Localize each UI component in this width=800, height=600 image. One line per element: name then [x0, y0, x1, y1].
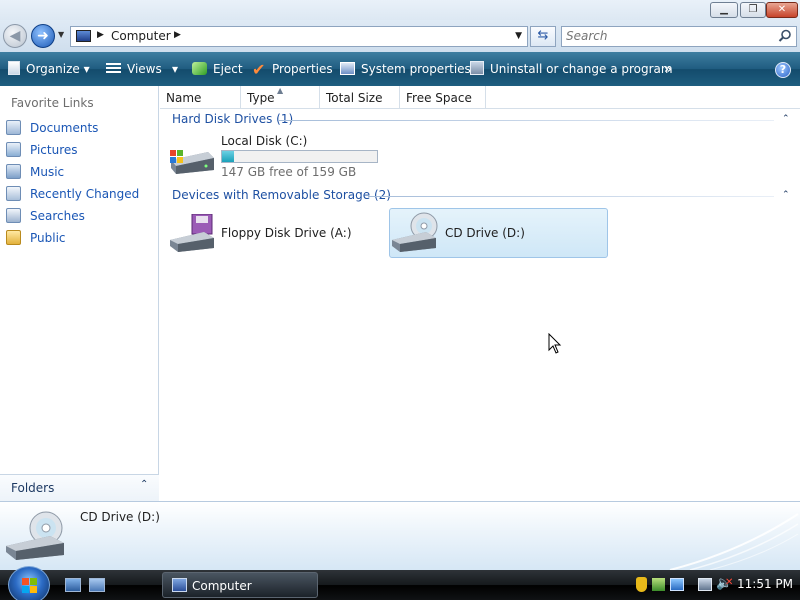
details-title: CD Drive (D:): [80, 510, 160, 524]
folders-label: Folders: [11, 481, 55, 495]
eject-button[interactable]: Eject: [192, 52, 243, 86]
nav-link-documents[interactable]: Documents: [6, 119, 98, 137]
windows-update-icon[interactable]: [652, 578, 665, 591]
cd-drive-icon: [6, 511, 64, 560]
breadcrumb-arrow-icon[interactable]: ▶: [174, 30, 181, 40]
switch-windows-icon[interactable]: [89, 578, 105, 592]
column-header-total-size[interactable]: Total Size: [320, 86, 400, 109]
searches-icon: [6, 208, 21, 223]
drive-item-cd[interactable]: CD Drive (D:): [389, 208, 608, 258]
title-bar: ▁ ❐ ✕: [0, 0, 800, 20]
windows-logo-icon: [22, 578, 37, 593]
command-bar: Organize ▾ Views ▾ Eject ✔ Properties Sys…: [0, 52, 800, 86]
back-button[interactable]: ◀: [3, 24, 27, 48]
clock[interactable]: 11:51 PM: [737, 577, 793, 591]
column-header-free-space[interactable]: Free Space: [400, 86, 486, 109]
folders-toggle[interactable]: Folders ⌃: [0, 474, 159, 501]
folder-icon: [6, 230, 21, 245]
address-bar[interactable]: ▶ Computer ▶ ▼: [70, 26, 528, 47]
file-list: Name Type ▲ Total Size Free Space Hard D…: [160, 86, 800, 501]
breadcrumb-computer[interactable]: Computer: [111, 29, 171, 43]
views-dropdown-icon[interactable]: ▾: [172, 52, 178, 86]
drive-label: CD Drive (D:): [445, 226, 525, 240]
computer-icon: [172, 578, 187, 592]
music-icon: [6, 164, 21, 179]
chevron-up-icon[interactable]: ⌃: [782, 190, 790, 200]
taskbar: Computer 🔈 ✕ 11:51 PM: [0, 566, 800, 600]
drive-free-space: 147 GB free of 159 GB: [221, 165, 357, 179]
nav-link-public[interactable]: Public: [6, 229, 66, 247]
group-header-removable-storage[interactable]: Devices with Removable Storage (2): [172, 188, 391, 202]
organize-icon: [8, 61, 20, 75]
system-properties-button[interactable]: System properties: [340, 52, 471, 86]
start-button[interactable]: [8, 566, 50, 600]
sort-ascending-icon: ▲: [277, 86, 284, 95]
search-icon[interactable]: [778, 29, 792, 43]
maximize-button[interactable]: ❐: [740, 2, 766, 18]
network-icon[interactable]: [670, 578, 684, 591]
disk-usage-bar: [221, 150, 378, 163]
help-button[interactable]: ?: [775, 62, 791, 78]
nav-link-recently-changed[interactable]: Recently Changed: [6, 185, 139, 203]
uninstall-program-button[interactable]: Uninstall or change a program: [470, 52, 673, 86]
address-row: ◀ ➜ ▼ ▶ Computer ▶ ▼ ⇆: [0, 20, 800, 52]
chevron-down-icon: ▾: [83, 62, 90, 76]
group-header-hard-disk-drives[interactable]: Hard Disk Drives (1): [172, 112, 293, 126]
more-commands-button[interactable]: »: [664, 52, 672, 86]
nav-link-pictures[interactable]: Pictures: [6, 141, 78, 159]
properties-button[interactable]: ✔ Properties: [252, 52, 333, 86]
recent-pages-dropdown-icon[interactable]: ▼: [58, 30, 64, 39]
navigation-pane: Favorite Links Documents Pictures Music …: [0, 86, 159, 501]
eject-icon: [192, 62, 207, 75]
refresh-button[interactable]: ⇆: [530, 26, 556, 47]
nav-link-music[interactable]: Music: [6, 163, 64, 181]
computer-icon: [76, 30, 91, 42]
column-header-name[interactable]: Name: [160, 86, 241, 109]
show-desktop-icon[interactable]: [65, 578, 81, 592]
cd-drive-icon: [392, 212, 438, 252]
hard-disk-icon: [170, 150, 214, 174]
system-properties-icon: [340, 62, 355, 75]
checkmark-icon: ✔: [252, 60, 266, 79]
documents-icon: [6, 120, 21, 135]
nav-link-searches[interactable]: Searches: [6, 207, 85, 225]
floppy-drive-icon: [170, 214, 214, 252]
disk-usage-fill: [222, 151, 234, 162]
recently-changed-icon: [6, 186, 21, 201]
views-button[interactable]: Views: [106, 52, 162, 86]
pictures-icon: [6, 142, 21, 157]
taskbar-button-computer[interactable]: Computer: [162, 572, 318, 598]
close-button[interactable]: ✕: [766, 2, 798, 18]
drive-label: Floppy Disk Drive (A:): [221, 226, 352, 240]
mouse-cursor-icon: [548, 333, 562, 354]
search-box[interactable]: [561, 26, 797, 47]
decorative-swoosh: [669, 513, 799, 570]
organize-button[interactable]: Organize ▾: [8, 52, 90, 86]
minimize-button[interactable]: ▁: [710, 2, 738, 18]
chevron-up-icon[interactable]: ⌃: [782, 114, 790, 124]
group-divider: [278, 120, 774, 121]
security-shield-icon[interactable]: [636, 577, 647, 592]
search-input[interactable]: [566, 29, 766, 43]
network-disconnected-icon[interactable]: [698, 578, 712, 591]
views-icon: [106, 63, 121, 75]
programs-icon: [470, 61, 484, 75]
chevron-up-icon: ⌃: [140, 479, 149, 490]
breadcrumb-arrow-icon[interactable]: ▶: [97, 30, 104, 40]
favorite-links-heading: Favorite Links: [11, 96, 94, 110]
forward-button[interactable]: ➜: [31, 24, 55, 48]
drive-label: Local Disk (C:): [221, 134, 308, 148]
mute-x-icon: ✕: [725, 577, 734, 588]
address-dropdown-icon[interactable]: ▼: [515, 31, 522, 41]
column-headers: Name Type ▲ Total Size Free Space: [160, 86, 800, 109]
group-divider: [368, 196, 774, 197]
details-pane: CD Drive (D:): [0, 501, 800, 570]
